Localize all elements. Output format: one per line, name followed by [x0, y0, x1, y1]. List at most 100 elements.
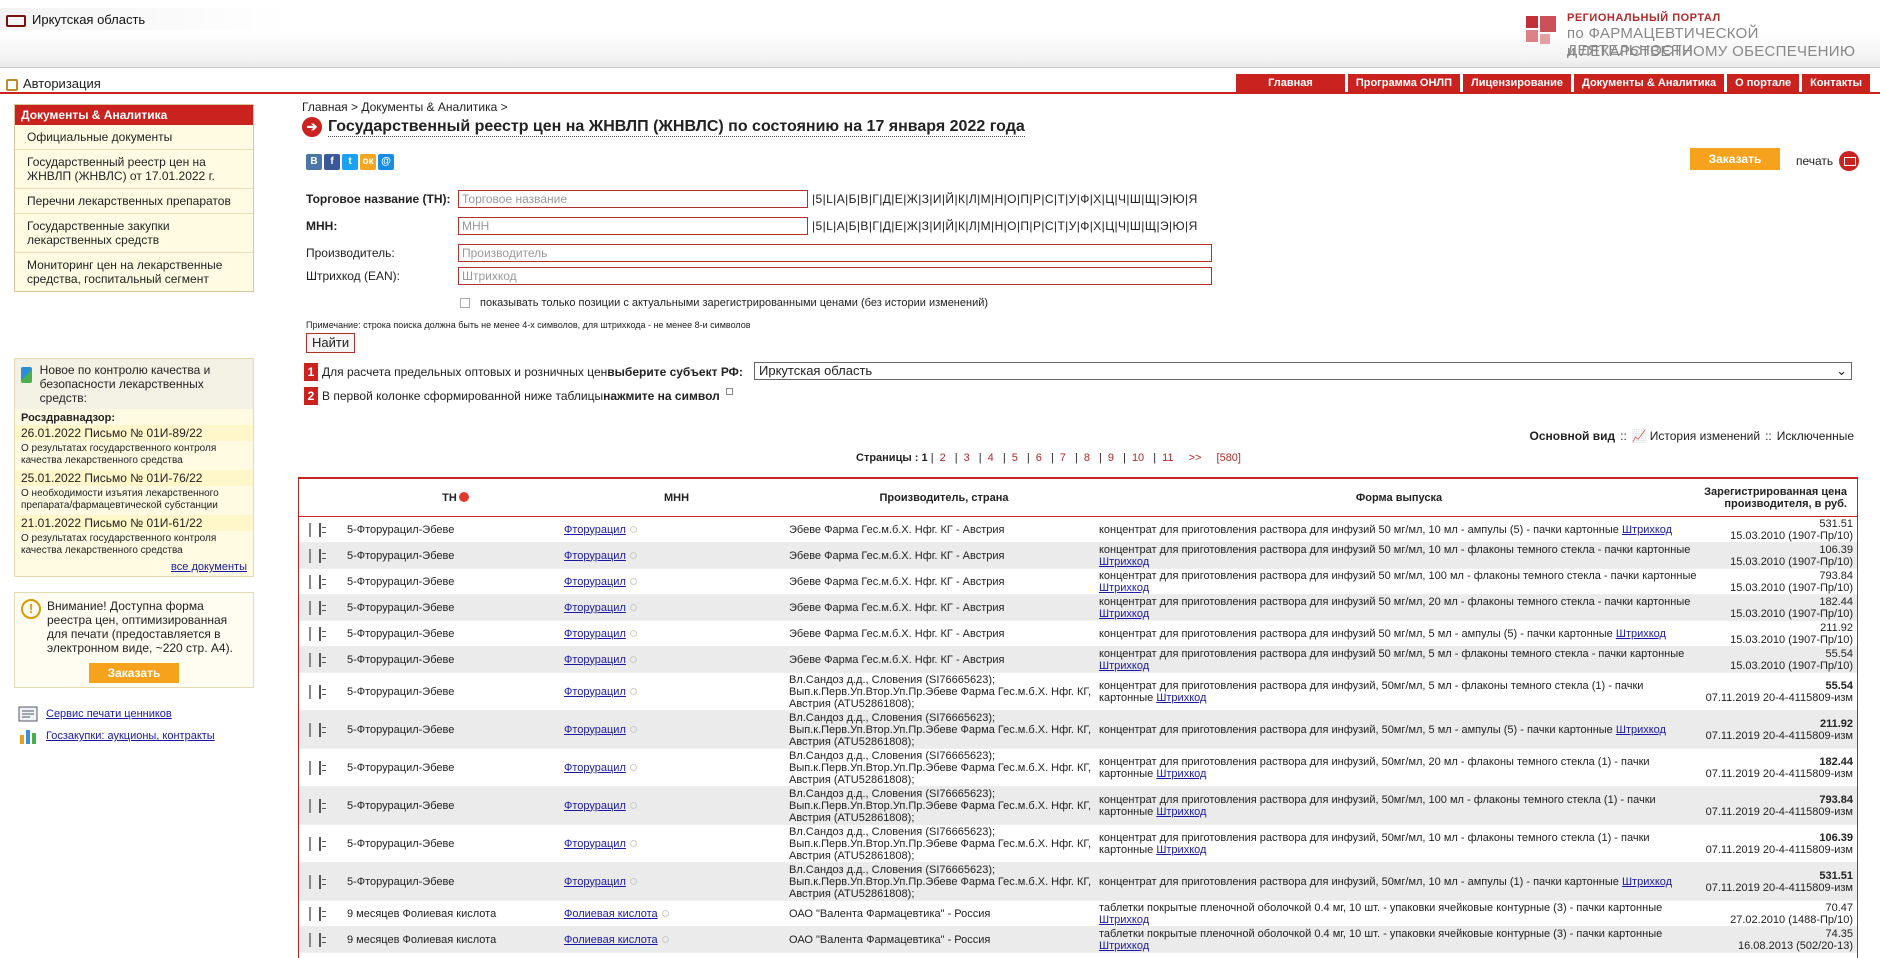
sidebar-item-registry[interactable]: Государственный реестр цен на ЖНВЛП (ЖНВ…: [15, 150, 253, 189]
facebook-icon[interactable]: f: [324, 154, 340, 170]
barcode-link[interactable]: Штрихкод: [1099, 608, 1149, 620]
sidebar-item-monitoring[interactable]: Мониторинг цен на лекарственные средства…: [15, 253, 253, 291]
document-icon[interactable]: [319, 760, 321, 775]
nav-home[interactable]: Главная: [1236, 74, 1345, 92]
barcode-link[interactable]: Штрихкод: [1156, 806, 1206, 818]
barcode-link[interactable]: Штрихкод: [1616, 724, 1666, 736]
document-icon[interactable]: [319, 906, 321, 921]
actual-prices-toggle[interactable]: показывать только позиции с актуальными …: [460, 297, 988, 309]
actual-prices-checkbox[interactable]: [460, 298, 470, 308]
calc-checkbox[interactable]: [309, 932, 311, 947]
mnn-link[interactable]: Фолиевая кислота: [564, 908, 658, 920]
barcode-link[interactable]: Штрихкод: [1156, 844, 1206, 856]
calc-checkbox[interactable]: [309, 684, 311, 699]
nav-licensing[interactable]: Лицензирование: [1463, 74, 1571, 92]
mail-icon[interactable]: @: [378, 154, 394, 170]
page-last[interactable]: [580]: [1217, 452, 1241, 464]
calc-checkbox[interactable]: [309, 600, 311, 615]
region-select[interactable]: Иркутская область ⌄: [754, 362, 1852, 380]
page-link[interactable]: 8: [1084, 452, 1090, 464]
region-selector[interactable]: Иркутская область: [0, 8, 290, 30]
calc-checkbox[interactable]: [309, 574, 311, 589]
page-link[interactable]: 4: [988, 452, 994, 464]
nav-about[interactable]: О портале: [1727, 74, 1800, 92]
page-link[interactable]: 9: [1108, 452, 1114, 464]
calc-checkbox[interactable]: [309, 798, 311, 813]
barcode-link[interactable]: Штрихкод: [1099, 582, 1149, 594]
news-date[interactable]: 25.01.2022 Письмо № 01И-76/22: [15, 470, 253, 486]
document-icon[interactable]: [319, 798, 321, 813]
tn-input[interactable]: [458, 190, 808, 208]
page-link[interactable]: 11: [1162, 452, 1173, 464]
page-link[interactable]: 7: [1060, 452, 1066, 464]
mnn-link[interactable]: Фторурацил: [564, 576, 626, 588]
info-icon[interactable]: [629, 877, 637, 885]
document-icon[interactable]: [319, 836, 321, 851]
document-icon[interactable]: [319, 684, 321, 699]
view-main[interactable]: Основной вид: [1530, 429, 1616, 443]
calc-checkbox[interactable]: [309, 722, 311, 737]
calc-checkbox[interactable]: [309, 874, 311, 889]
calc-checkbox[interactable]: [309, 760, 311, 775]
nav-docs[interactable]: Документы & Аналитика: [1573, 74, 1725, 92]
barcode-link[interactable]: Штрихкод: [1099, 660, 1149, 672]
ean-input[interactable]: [458, 267, 1212, 285]
news-all-link[interactable]: все документы: [171, 561, 247, 573]
portal-logo[interactable]: РЕГИОНАЛЬНЫЙ ПОРТАЛ по ФАРМАЦЕВТИЧЕСКОЙ …: [1500, 10, 1880, 60]
mnn-link[interactable]: Фторурацил: [564, 838, 626, 850]
calc-checkbox[interactable]: [309, 906, 311, 921]
document-icon[interactable]: [319, 932, 321, 947]
info-icon[interactable]: [629, 629, 637, 637]
mnn-link[interactable]: Фторурацил: [564, 876, 626, 888]
mnn-link[interactable]: Фторурацил: [564, 762, 626, 774]
mnn-link[interactable]: Фторурацил: [564, 686, 626, 698]
info-icon[interactable]: [629, 655, 637, 663]
print-link[interactable]: печать: [1796, 151, 1860, 171]
mnn-link[interactable]: Фторурацил: [564, 550, 626, 562]
twitter-icon[interactable]: t: [342, 154, 358, 170]
calc-checkbox[interactable]: [309, 626, 311, 641]
info-icon[interactable]: [629, 525, 637, 533]
mnn-link[interactable]: Фторурацил: [564, 602, 626, 614]
nav-onlp[interactable]: Программа ОНЛП: [1347, 74, 1461, 92]
info-icon[interactable]: [629, 763, 637, 771]
mnn-link[interactable]: Фторурацил: [564, 654, 626, 666]
barcode-link[interactable]: Штрихкод: [1156, 768, 1206, 780]
document-icon[interactable]: [319, 548, 321, 563]
info-icon[interactable]: [629, 687, 637, 695]
calc-checkbox[interactable]: [309, 522, 311, 537]
info-icon[interactable]: [629, 725, 637, 733]
breadcrumb[interactable]: Главная > Документы & Аналитика >: [302, 100, 508, 114]
sidebar-item-procurement[interactable]: Государственные закупки лекарственных ср…: [15, 214, 253, 253]
find-button[interactable]: Найти: [306, 333, 356, 353]
order-button[interactable]: Заказать: [1690, 148, 1780, 170]
procurement-label[interactable]: Госзакупки: аукционы, контракты: [46, 730, 215, 742]
page-link[interactable]: 3: [964, 452, 970, 464]
barcode-link[interactable]: Штрихкод: [1099, 914, 1149, 926]
barcode-link[interactable]: Штрихкод: [1622, 524, 1672, 536]
sidebar-item-lists[interactable]: Перечни лекарственных препаратов: [15, 189, 253, 214]
sort-icon[interactable]: [458, 492, 469, 502]
sidebar-item-official[interactable]: Официальные документы: [15, 125, 253, 150]
document-icon[interactable]: [319, 574, 321, 589]
page-link[interactable]: 5: [1012, 452, 1018, 464]
document-icon[interactable]: [319, 722, 321, 737]
info-icon[interactable]: [629, 577, 637, 585]
document-icon[interactable]: [319, 626, 321, 641]
page-link[interactable]: 2: [940, 452, 946, 464]
mnn-link[interactable]: Фторурацил: [564, 800, 626, 812]
barcode-link[interactable]: Штрихкод: [1616, 628, 1666, 640]
document-icon[interactable]: [319, 600, 321, 615]
info-icon[interactable]: [629, 839, 637, 847]
price-tag-service-label[interactable]: Сервис печати ценников: [46, 708, 172, 720]
page-next[interactable]: >>: [1189, 452, 1202, 464]
maker-input[interactable]: [458, 244, 1212, 262]
procurement-link[interactable]: Госзакупки: аукционы, контракты: [18, 727, 215, 745]
mnn-link[interactable]: Фторурацил: [564, 724, 626, 736]
info-icon[interactable]: [629, 551, 637, 559]
mnn-link[interactable]: Фторурацил: [564, 628, 626, 640]
view-excluded[interactable]: Исключенные: [1777, 429, 1854, 443]
nav-contacts[interactable]: Контакты: [1802, 74, 1870, 92]
view-history[interactable]: История изменений: [1650, 429, 1760, 443]
info-icon[interactable]: [661, 935, 669, 943]
